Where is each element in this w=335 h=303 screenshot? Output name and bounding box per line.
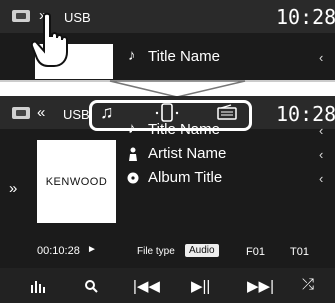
music-list-icon[interactable]: ♫ [100,102,114,123]
track-number: T01 [290,246,309,258]
folder-number: F01 [246,246,265,258]
source-label: USB [63,107,90,122]
chevron-left-icon[interactable]: ‹ [319,50,323,65]
album-art: KENWOOD [37,140,116,223]
bottom-screen: « USB 10:28 ♫ » KENWOOD ♪ Title Name ‹ A… [0,96,335,303]
double-chevron-left-icon[interactable]: « [37,104,45,121]
title-name: Title Name [148,48,220,65]
hand-pointer-icon [30,12,68,67]
expand-panel-icon[interactable]: » [9,180,17,197]
file-type-label: File type [137,246,175,257]
equalizer-icon[interactable] [30,279,46,293]
music-note-icon: ♪ [128,47,136,64]
search-icon[interactable] [84,279,98,293]
album-title: Album Title [148,169,223,186]
person-icon [129,147,137,161]
file-type-badge: Audio [185,244,219,257]
previous-track-icon[interactable]: |◀◀ [133,277,160,295]
clock: 10:28 [276,5,335,29]
control-bar: |◀◀ ▶|| ▶▶| ⤮ [0,268,335,303]
chevron-left-icon[interactable]: ‹ [319,147,323,162]
elapsed-time: 00:10:28 [37,245,80,257]
usb-source-icon[interactable] [12,107,30,119]
album-art-logo: KENWOOD [45,176,108,188]
phone-device-icon[interactable] [154,103,180,123]
play-indicator-icon: ► [87,244,97,255]
chevron-left-icon[interactable]: ‹ [319,171,323,186]
artist-name: Artist Name [148,145,227,162]
music-note-icon: ♪ [128,120,136,137]
play-pause-icon[interactable]: ▶|| [191,277,210,295]
radio-icon[interactable] [217,104,237,120]
clock: 10:28 [276,102,335,126]
title-name: Title Name [148,121,220,138]
next-track-icon[interactable]: ▶▶| [247,277,274,295]
chevron-left-icon[interactable]: ‹ [319,123,323,138]
shuffle-icon[interactable]: ⤮ [302,276,314,293]
disc-icon [127,172,139,184]
